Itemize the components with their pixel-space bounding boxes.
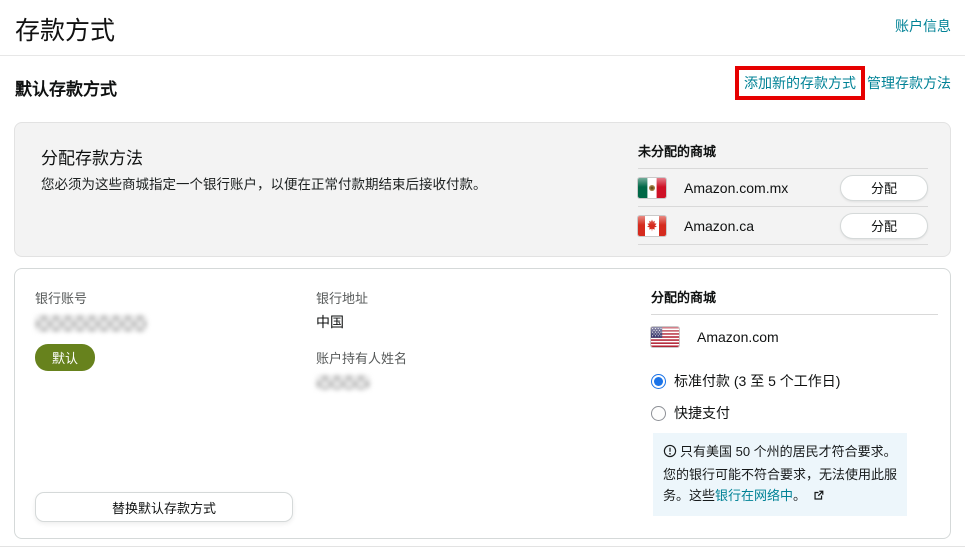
payment-option-standard[interactable]: 标准付款 (3 至 5 个工作日) — [651, 371, 938, 391]
info-icon — [663, 443, 677, 464]
marketplace-name: Amazon.ca — [684, 218, 754, 234]
page-title: 存款方式 — [15, 11, 115, 47]
mexico-flag-icon — [638, 178, 666, 198]
assign-deposit-panel: 分配存款方法 您必须为这些商城指定一个银行账户，以便在正常付款期结束后接收付款。… — [14, 122, 951, 257]
notice-suffix: 。 — [793, 488, 806, 503]
marketplace-row-us: Amazon.com — [651, 315, 938, 359]
unassigned-marketplaces-list: 未分配的商城 Amazon.com.mx 分配 Amazon.ca 分配 — [638, 135, 928, 245]
bank-address-column: 银行地址 中国 账户持有人姓名 — [316, 288, 407, 390]
section-links: 添加新的存款方式 管理存款方法 — [735, 66, 951, 100]
us-flag-icon — [651, 327, 679, 347]
assign-panel-title: 分配存款方法 — [41, 144, 143, 169]
marketplace-name: Amazon.com — [697, 329, 779, 345]
marketplace-row-canada: Amazon.ca 分配 — [638, 207, 928, 245]
assign-panel-description: 您必须为这些商城指定一个银行账户，以便在正常付款期结束后接收付款。 — [41, 173, 487, 193]
bank-account-label: 银行账号 — [35, 288, 147, 307]
account-holder-name-redacted — [316, 375, 370, 390]
assigned-marketplaces-column: 分配的商城 Amazon.com 标准付款 (3 至 5 个工作日) 快捷支付 … — [651, 281, 938, 516]
radio-selected-icon[interactable] — [651, 374, 666, 389]
bank-account-number-redacted — [35, 315, 147, 332]
default-deposit-card: 银行账号 默认 银行地址 中国 账户持有人姓名 分配的商城 Amazon.com… — [14, 268, 951, 539]
page-bottom-divider — [0, 546, 965, 547]
radio-unselected-icon[interactable] — [651, 406, 666, 421]
marketplace-name: Amazon.com.mx — [684, 180, 788, 196]
bank-account-column: 银行账号 默认 — [35, 288, 147, 371]
payment-option-label: 快捷支付 — [674, 403, 730, 423]
section-title: 默认存款方式 — [15, 75, 117, 100]
replace-default-button[interactable]: 替换默认存款方式 — [35, 492, 293, 522]
assign-button-mexico[interactable]: 分配 — [840, 175, 928, 201]
account-holder-label: 账户持有人姓名 — [316, 348, 407, 367]
unassigned-marketplaces-header: 未分配的商城 — [638, 135, 928, 169]
highlight-annotation-box: 添加新的存款方式 — [735, 66, 865, 100]
header-divider — [0, 55, 965, 56]
default-badge: 默认 — [35, 344, 95, 371]
manage-deposit-methods-link[interactable]: 管理存款方法 — [867, 73, 951, 93]
payment-option-label: 标准付款 (3 至 5 个工作日) — [674, 371, 840, 391]
assigned-marketplaces-header: 分配的商城 — [651, 281, 938, 315]
payment-option-express[interactable]: 快捷支付 — [651, 403, 938, 423]
account-info-link[interactable]: 账户信息 — [895, 16, 951, 36]
marketplace-row-mexico: Amazon.com.mx 分配 — [638, 169, 928, 207]
banks-in-network-link[interactable]: 银行在网络中 — [715, 488, 793, 503]
external-link-icon[interactable] — [812, 487, 825, 508]
eligibility-notice: 只有美国 50 个州的居民才符合要求。您的银行可能不符合要求，无法使用此服务。这… — [653, 433, 907, 516]
canada-flag-icon — [638, 216, 666, 236]
bank-address-label: 银行地址 — [316, 288, 407, 307]
bank-address-value: 中国 — [316, 312, 407, 332]
add-deposit-method-link[interactable]: 添加新的存款方式 — [744, 75, 856, 91]
assign-button-canada[interactable]: 分配 — [840, 213, 928, 239]
